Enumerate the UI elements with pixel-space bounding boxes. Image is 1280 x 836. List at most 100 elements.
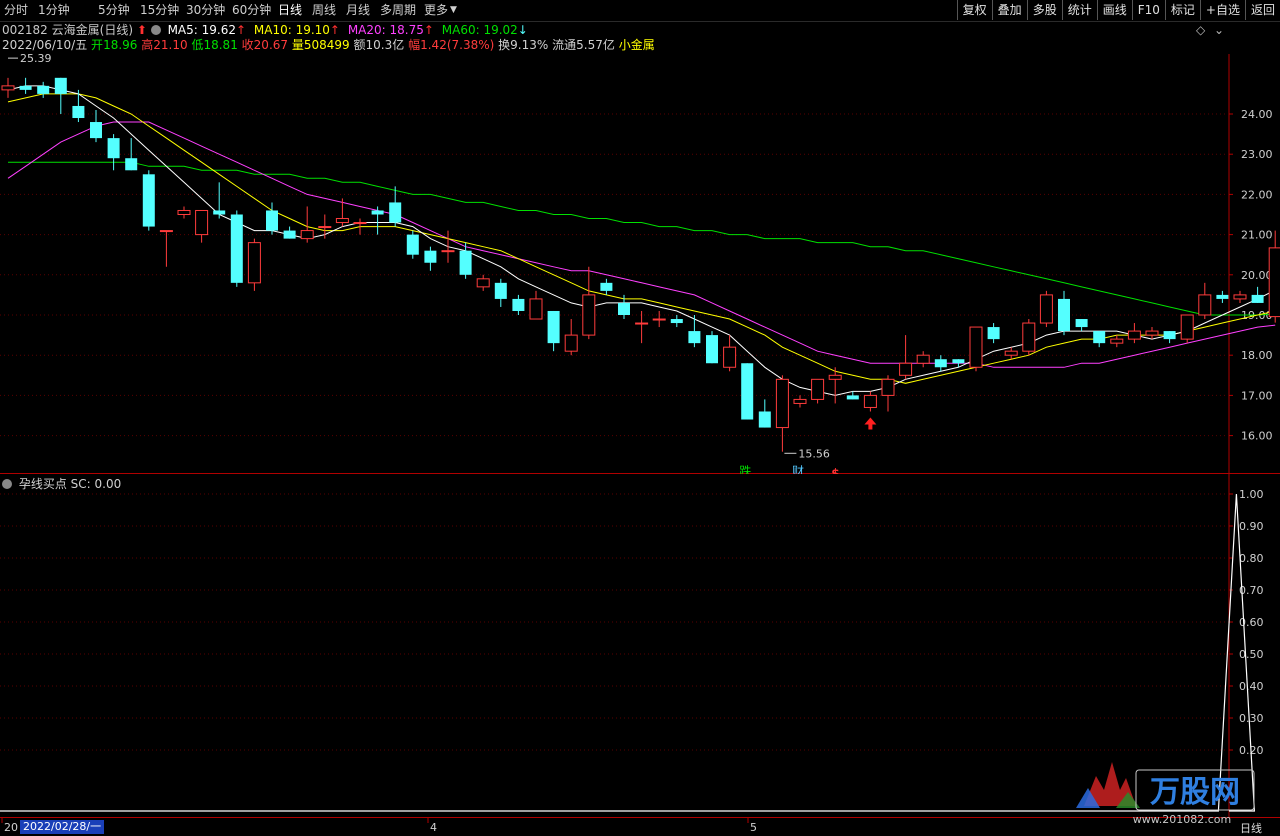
candle-body — [987, 327, 1000, 340]
candle-body — [266, 210, 278, 231]
watermark-text: 万股网 — [1150, 775, 1240, 810]
ma10-value: MA10: 19.10 — [253, 23, 330, 37]
event-marker-die: 跌 — [739, 463, 751, 474]
candle-body — [371, 210, 384, 215]
tab-30min[interactable]: 30分钟 — [186, 2, 225, 19]
candle-body — [54, 77, 67, 94]
tab-more[interactable]: 更多 — [424, 2, 448, 19]
date-tick-label: 5 — [750, 821, 757, 834]
tab-15min[interactable]: 15分钟 — [140, 2, 179, 19]
ma5-arrow-icon: ↑ — [235, 23, 247, 37]
chevron-down-icon[interactable]: ⌄ — [1214, 23, 1224, 37]
high-value: 21.10 — [153, 38, 188, 52]
indicator-axis-label: 0.50 — [1239, 648, 1264, 661]
float-label: 流通 — [552, 38, 577, 52]
multi-stock-button[interactable]: 多股 — [1026, 0, 1062, 20]
candle-body — [1058, 298, 1070, 332]
candle-body — [389, 202, 402, 223]
buy-arrow-icon — [864, 417, 877, 430]
stats-button[interactable]: 统计 — [1061, 0, 1097, 20]
back-button[interactable]: 返回 — [1244, 0, 1280, 20]
candle-body — [159, 230, 173, 233]
fuquan-button[interactable]: 复权 — [956, 0, 992, 20]
change-value: 1.42(7.38%) — [420, 38, 495, 52]
candle-body — [758, 411, 771, 428]
date-range-indicator[interactable]: 2022/02/28/一 — [20, 820, 105, 834]
tab-monthly[interactable]: 月线 — [346, 2, 370, 19]
tab-fenshi[interactable]: 分时 — [4, 2, 28, 19]
candle-body — [1093, 331, 1106, 344]
event-marker-cai: 财 — [792, 464, 804, 474]
indicator-axis-label: 0.40 — [1239, 680, 1264, 693]
candle-body — [934, 359, 947, 368]
price-axis-label: 22.00 — [1241, 188, 1273, 201]
candle-body — [793, 398, 807, 404]
candle-body — [1127, 330, 1141, 340]
date-tick-label: 20 — [4, 821, 18, 834]
ma60-line — [8, 161, 1276, 316]
tab-weekly[interactable]: 周线 — [312, 2, 336, 19]
candle-body — [406, 234, 419, 255]
candle-body — [652, 318, 666, 321]
overlay-button[interactable]: 叠加 — [991, 0, 1027, 20]
candle-body — [706, 335, 718, 364]
candle-body — [969, 326, 983, 368]
ohlc-info-line: 2022/06/10/五 开18.96 高21.10 低18.81 收20.67… — [2, 37, 655, 53]
candle-body — [125, 158, 138, 171]
amount-value: 10.3亿 — [365, 38, 405, 52]
date-tick-label: 4 — [430, 821, 437, 834]
candle-body — [476, 278, 490, 288]
bar-date: 2022/06/10/五 — [2, 38, 88, 52]
candle-body — [723, 346, 737, 368]
watermark-url: www.201082.com — [1133, 813, 1231, 826]
settings-toggle-icon[interactable] — [150, 25, 161, 35]
event-marker-dollar: $ — [831, 466, 839, 474]
diamond-icon[interactable]: ◇ — [1196, 23, 1205, 37]
candle-body — [1110, 338, 1124, 344]
tab-5min[interactable]: 5分钟 — [98, 2, 130, 19]
candle-body — [811, 378, 825, 400]
amount-label: 额 — [353, 38, 366, 52]
candle-body — [1268, 247, 1280, 318]
candle-body — [670, 319, 683, 324]
candle-body — [1145, 330, 1159, 336]
stock-code: 002182 — [2, 23, 48, 37]
candle-body — [688, 331, 701, 344]
add-watchlist-button[interactable]: +自选 — [1199, 0, 1245, 20]
ma5-value: MA5: 19.62 — [167, 23, 236, 37]
candle-body — [90, 122, 102, 139]
more-dropdown-icon[interactable]: ▼ — [450, 2, 457, 19]
indicator-axis-label: 0.60 — [1239, 616, 1264, 629]
candle-body — [828, 374, 842, 380]
open-label: 开 — [91, 38, 104, 52]
candle-body — [1075, 319, 1088, 328]
candle-body — [1198, 294, 1212, 316]
candle-body — [1022, 322, 1036, 352]
tab-daily[interactable]: 日线 — [278, 2, 302, 19]
candle-body — [335, 218, 349, 224]
tab-multi-period[interactable]: 多周期 — [380, 2, 416, 19]
tab-1min[interactable]: 1分钟 — [38, 2, 70, 19]
indicator-axis-label: 0.80 — [1239, 552, 1264, 565]
turnover-label: 换 — [498, 38, 511, 52]
candlestick-chart[interactable]: 24.0023.0022.0021.0020.0019.0018.0017.00… — [0, 54, 1280, 474]
candle-body — [881, 378, 895, 396]
candle-body — [142, 174, 155, 227]
draw-line-button[interactable]: 画线 — [1096, 0, 1132, 20]
f10-button[interactable]: F10 — [1131, 0, 1165, 20]
candle-body — [1180, 314, 1194, 340]
change-label: 幅 — [408, 38, 421, 52]
tab-60min[interactable]: 60分钟 — [232, 2, 271, 19]
ma-info-line: 002182 云海金属(日线) ⬆ MA5: 19.62↑ MA10: 19.1… — [2, 22, 528, 38]
candle-body — [318, 226, 332, 229]
candle-body — [952, 359, 965, 364]
candle-body — [195, 209, 209, 236]
candle-body — [459, 250, 472, 275]
up-arrow-icon: ⬆ — [136, 23, 147, 37]
min-price-label: 15.56 — [798, 447, 830, 460]
mark-button[interactable]: 标记 — [1164, 0, 1200, 20]
candle-body — [1004, 350, 1018, 356]
price-axis-label: 17.00 — [1241, 389, 1273, 402]
candle-body — [582, 294, 596, 336]
watermark-logo: 万股网 www.201082.com — [1076, 762, 1255, 826]
